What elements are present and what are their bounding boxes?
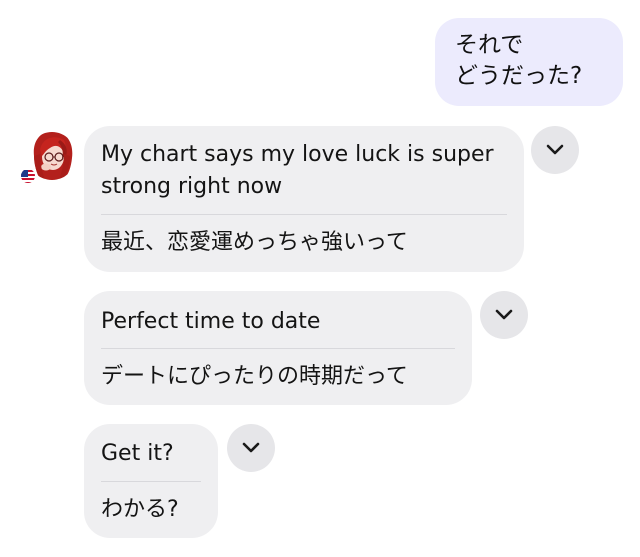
chevron-down-icon: [242, 442, 260, 453]
translation-toggle-button[interactable]: [480, 291, 528, 339]
incoming-message-bubble[interactable]: Get it? わかる?: [84, 424, 218, 538]
translated-message-text: デートにぴったりの時期だって: [101, 364, 408, 389]
outgoing-message-bubble[interactable]: それで どうだった?: [435, 18, 623, 106]
original-message-text: Perfect time to date: [101, 309, 321, 334]
incoming-message-bubble[interactable]: My chart says my love luck is super stro…: [84, 126, 524, 272]
translation-toggle-button[interactable]: [531, 126, 579, 174]
chat-thread: それで どうだった? My chart says my love luck is…: [0, 0, 640, 557]
translated-message-text: わかる?: [101, 497, 179, 522]
translation-toggle-button[interactable]: [227, 424, 275, 472]
us-flag-icon: [20, 168, 36, 184]
chevron-down-icon: [495, 309, 513, 320]
incoming-message-bubble[interactable]: Perfect time to date デートにぴったりの時期だって: [84, 291, 472, 405]
original-message-text: My chart says my love luck is super stro…: [101, 142, 494, 199]
chevron-down-icon: [546, 144, 564, 155]
original-message-text: Get it?: [101, 441, 174, 466]
translated-message-text: 最近、恋愛運めっちゃ強いって: [101, 230, 408, 255]
